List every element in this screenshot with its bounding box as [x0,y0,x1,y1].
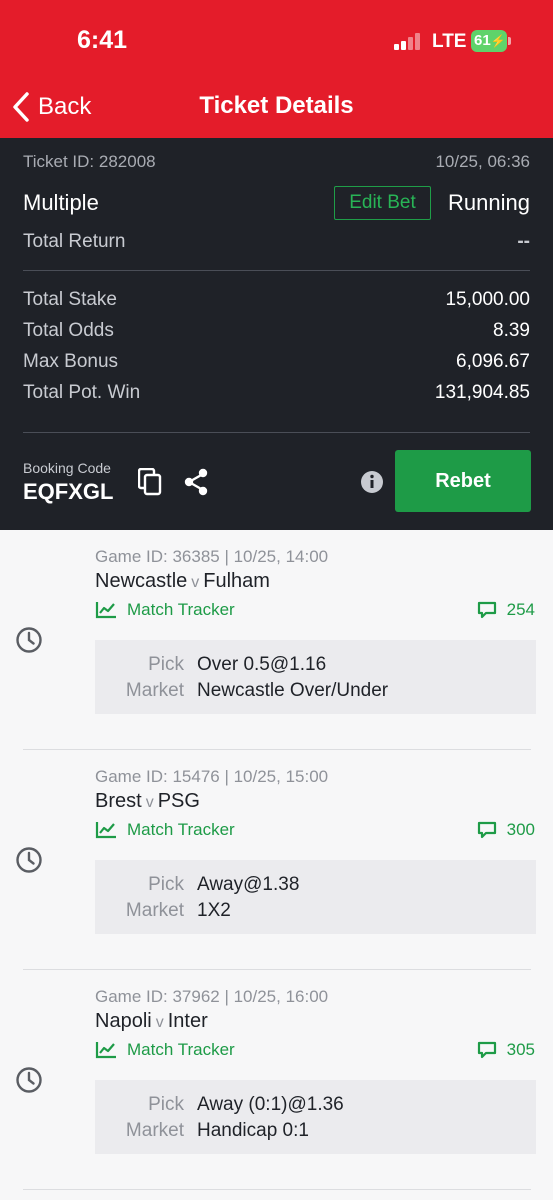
away-team: Fulham [203,570,270,592]
copy-icon[interactable] [138,468,162,496]
network-label: LTE [432,31,467,52]
comment-icon [477,821,496,839]
max-bonus-value: 6,096.67 [456,351,530,372]
comment-icon [477,1041,496,1059]
page-title: Ticket Details [199,92,354,119]
ticket-summary: Ticket ID: 282008 10/25, 06:36 Multiple … [0,138,553,530]
market-label: Market [125,1120,184,1141]
match-tracker-link[interactable]: Match Tracker [95,600,235,620]
pot-win-value: 131,904.85 [434,382,530,403]
comment-count: 305 [506,1040,535,1059]
versus: v [191,574,200,591]
comments-button[interactable]: 254 [477,600,535,620]
total-stake-value: 15,000.00 [445,289,530,310]
total-stake-label: Total Stake [23,289,117,310]
game-info: Game ID: 36385 | 10/25, 14:00 [95,547,329,566]
home-team: Brest [95,790,142,812]
booking-code-label: Booking Code [23,460,111,476]
versus: v [145,794,154,811]
chart-icon [95,602,116,619]
pick-label: Pick [148,654,184,675]
bet-type: Multiple [23,190,99,215]
pot-win-label: Total Pot. Win [23,382,141,403]
edit-bet-button[interactable]: Edit Bet [334,186,431,220]
chart-icon [95,822,116,839]
market-value: 1X2 [197,900,231,921]
comments-button[interactable]: 300 [477,820,535,840]
max-bonus-label: Max Bonus [23,351,119,372]
match-teams: Brest v PSG [95,790,200,813]
match-tracker-link[interactable]: Match Tracker [95,1040,235,1060]
ticket-datetime: 10/25, 06:36 [435,152,530,171]
match-tracker-label: Match Tracker [127,1040,235,1059]
total-return-label: Total Return [23,231,126,252]
divider [23,1189,531,1190]
ticket-status: Running [448,190,530,215]
game-info: Game ID: 37962 | 10/25, 16:00 [95,987,329,1006]
list-item: Game ID: 37962 | 10/25, 16:00 Napoli v Int… [0,970,553,1190]
signal-icon [394,32,422,50]
app-header: 6:41 LTE 61⚡ Back Ticket Details [0,0,553,138]
battery-level: 61 [474,32,491,49]
comment-count: 254 [506,600,535,619]
booking-code: EQFXGL [23,479,114,504]
info-icon[interactable] [360,470,384,494]
clock-icon [16,1067,42,1093]
pick-value: Away (0:1)@1.36 [197,1094,344,1115]
comment-count: 300 [506,820,535,839]
rebet-button[interactable]: Rebet [395,450,531,512]
pick-label: Pick [148,874,184,895]
chart-icon [95,1042,116,1059]
market-value: Handicap 0:1 [197,1120,309,1141]
pick-details: Pick Away@1.38 Market 1X2 [95,860,536,934]
match-tracker-label: Match Tracker [127,820,235,839]
total-odds-label: Total Odds [23,320,114,341]
market-value: Newcastle Over/Under [197,680,389,701]
match-tracker-label: Match Tracker [127,600,235,619]
pick-value: Over 0.5@1.16 [197,654,327,675]
list-item: Game ID: 15476 | 10/25, 15:00 Brest v PSG … [0,750,553,970]
match-teams: Newcastle v Fulham [95,570,270,593]
home-team: Newcastle [95,570,188,592]
home-team: Napoli [95,1010,152,1032]
battery-cap [508,37,511,45]
pick-details: Pick Away (0:1)@1.36 Market Handicap 0:1 [95,1080,536,1154]
battery-icon: 61⚡ [471,30,507,52]
clock-icon [16,627,42,653]
divider [23,432,530,433]
game-info: Game ID: 15476 | 10/25, 15:00 [95,767,329,786]
pick-label: Pick [148,1094,184,1115]
match-teams: Napoli v Inter [95,1010,208,1033]
total-odds-value: 8.39 [493,320,530,341]
pick-value: Away@1.38 [197,874,300,895]
share-icon[interactable] [183,468,209,496]
versus: v [155,1014,164,1031]
away-team: Inter [167,1010,208,1032]
divider [23,270,530,271]
clock-icon [16,847,42,873]
list-item: Game ID: 36385 | 10/25, 14:00 Newcastle v… [0,530,553,750]
ticket-id: Ticket ID: 282008 [23,152,156,171]
market-label: Market [125,900,184,921]
comment-icon [477,601,496,619]
pick-details: Pick Over 0.5@1.16 Market Newcastle Over/U… [95,640,536,714]
comments-button[interactable]: 305 [477,1040,535,1060]
status-time: 6:41 [77,26,128,54]
away-team: PSG [157,790,200,812]
total-return-value: -- [517,231,530,252]
match-tracker-link[interactable]: Match Tracker [95,820,235,840]
market-label: Market [125,680,184,701]
